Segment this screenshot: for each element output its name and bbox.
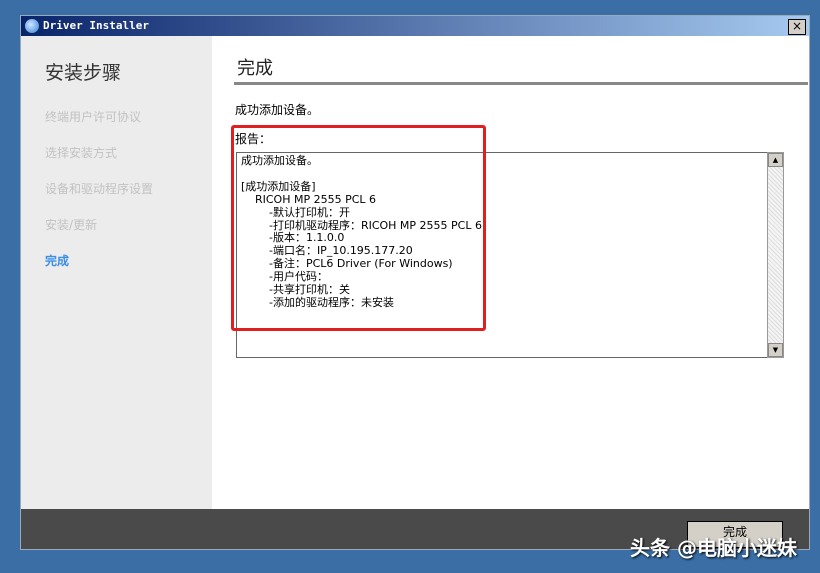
window-title: Driver Installer — [43, 19, 149, 32]
title-divider — [234, 82, 808, 85]
step-install-update: 安装/更新 — [45, 218, 98, 232]
title-bar: Driver Installer × — [21, 16, 809, 36]
step-eula: 终端用户许可协议 — [45, 110, 142, 124]
close-button[interactable]: × — [788, 19, 806, 35]
highlight-annotation — [231, 125, 486, 331]
app-icon — [25, 19, 39, 33]
step-install-method: 选择安装方式 — [45, 146, 118, 160]
page-title: 完成 — [237, 58, 273, 79]
steps-sidebar: 安装步骤 终端用户许可协议 选择安装方式 设备和驱动程序设置 安装/更新 完成 — [21, 36, 212, 509]
watermark: 头条 @电脑小迷妹 — [630, 536, 797, 560]
success-message: 成功添加设备。 — [235, 103, 320, 117]
step-device-settings: 设备和驱动程序设置 — [45, 182, 154, 196]
scroll-up-icon[interactable]: ▲ — [768, 153, 783, 167]
step-finish: 完成 — [45, 254, 70, 268]
steps-title: 安装步骤 — [45, 62, 122, 84]
report-scrollbar[interactable]: ▲ ▼ — [767, 152, 784, 358]
scroll-down-icon[interactable]: ▼ — [768, 343, 783, 357]
driver-installer-window: Driver Installer × 安装步骤 终端用户许可协议 选择安装方式 … — [20, 15, 810, 550]
